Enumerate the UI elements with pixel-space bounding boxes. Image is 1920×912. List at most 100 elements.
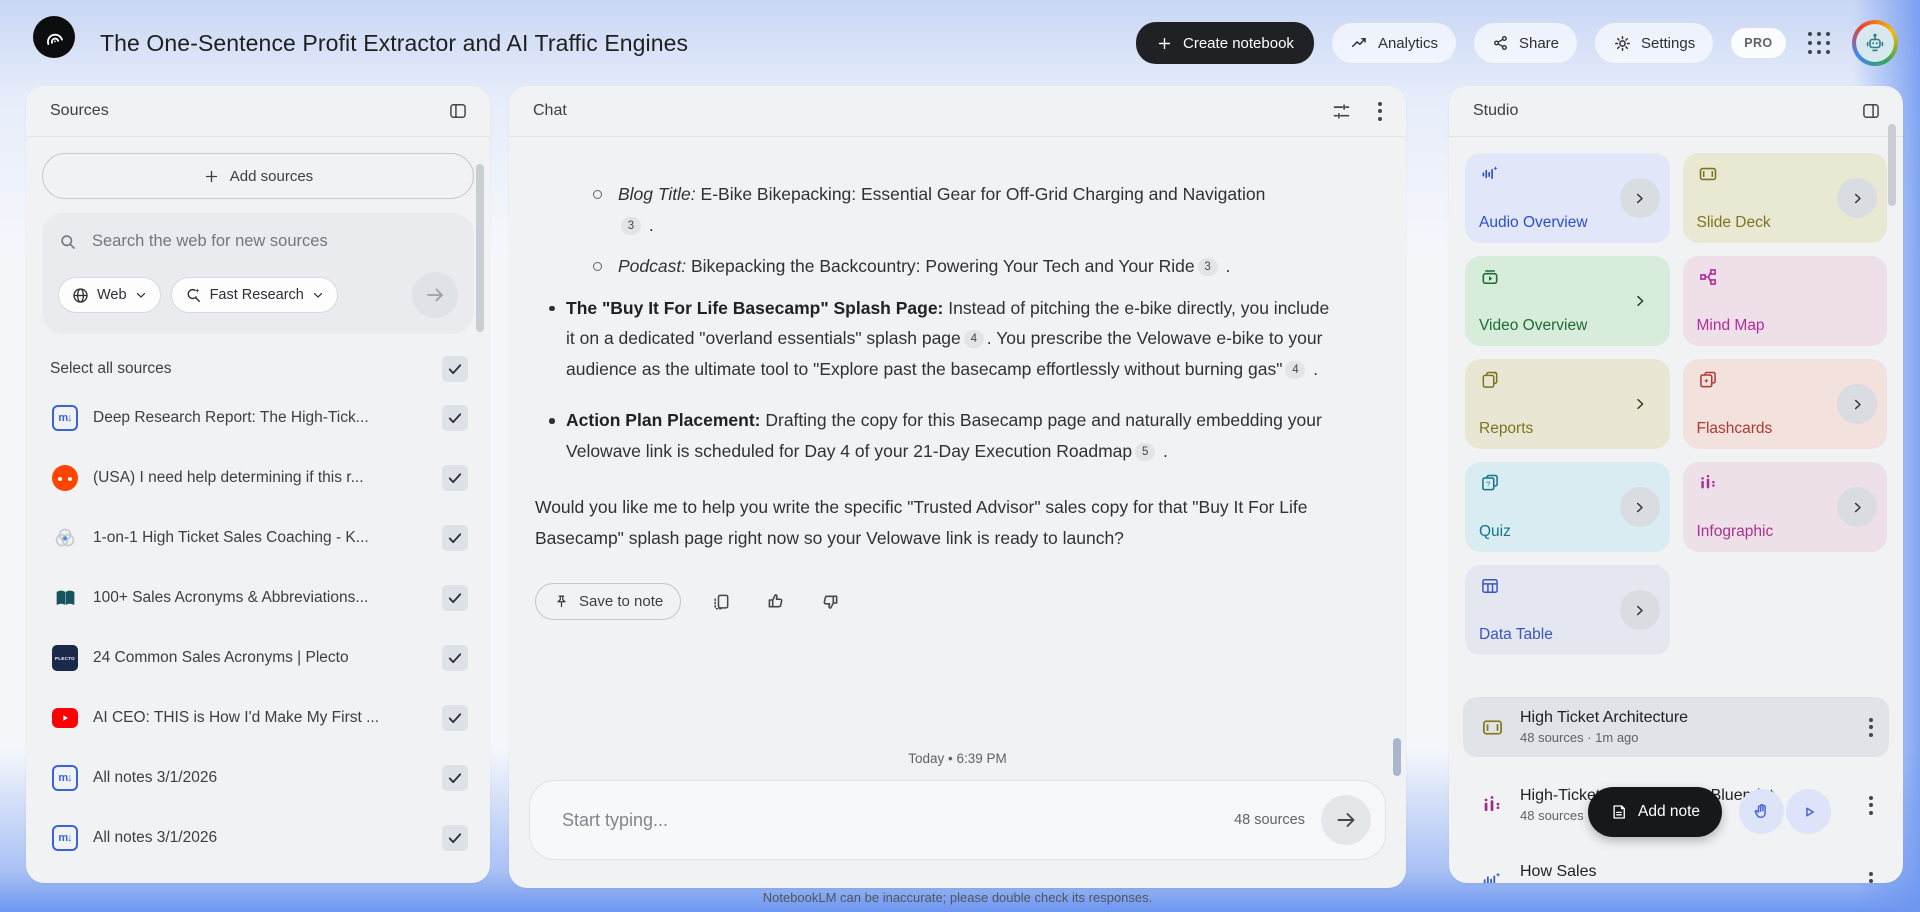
source-row[interactable]: (USA) I need help determining if this r.… bbox=[26, 448, 490, 508]
reports-icon bbox=[1482, 371, 1498, 388]
save-to-note-button[interactable]: Save to note bbox=[535, 583, 682, 620]
chat-scrollbar[interactable] bbox=[1393, 738, 1401, 776]
note-row[interactable]: High Ticket Architecture 48 sources · 1m… bbox=[1463, 697, 1889, 757]
notebooklm-note-icon: m↓ bbox=[52, 825, 78, 851]
note-row[interactable]: How Sales 48 sources bbox=[1463, 851, 1889, 883]
citation-chip[interactable]: 5 bbox=[1135, 442, 1156, 461]
top-bar: The One-Sentence Profit Extractor and AI… bbox=[0, 0, 1920, 86]
tile-infographic[interactable]: Infographic bbox=[1682, 462, 1887, 552]
source-checkbox[interactable] bbox=[442, 405, 468, 431]
web-filter-dropdown[interactable]: Web bbox=[58, 277, 161, 313]
select-all-checkbox[interactable] bbox=[442, 356, 468, 382]
citation-chip[interactable]: 3 bbox=[1197, 258, 1218, 277]
tile-reports[interactable]: Reports bbox=[1465, 359, 1670, 449]
chat-message-area: Blog Title: E-Bike Bikepacking: Essentia… bbox=[509, 137, 1406, 888]
chevron-right-icon[interactable] bbox=[1837, 487, 1877, 527]
chevron-right-icon[interactable] bbox=[1837, 178, 1877, 218]
infographic-icon bbox=[1700, 474, 1715, 489]
tile-flashcards[interactable]: Flashcards bbox=[1682, 359, 1887, 449]
source-row[interactable]: 1-on-1 High Ticket Sales Coaching - K... bbox=[26, 508, 490, 568]
add-note-button[interactable]: Add note bbox=[1588, 787, 1723, 837]
chat-timestamp: Today • 6:39 PM bbox=[908, 751, 1007, 766]
gear-icon bbox=[1615, 35, 1630, 51]
chevron-right-icon[interactable] bbox=[1837, 384, 1877, 424]
chevron-right-icon[interactable] bbox=[1619, 487, 1660, 527]
slide-deck-icon bbox=[1479, 716, 1505, 739]
submit-search-button[interactable] bbox=[412, 272, 458, 318]
apps-grid-icon[interactable] bbox=[1804, 28, 1835, 59]
venn-diagram-icon bbox=[52, 525, 78, 551]
assistant-message: Blog Title: E-Bike Bikepacking: Essentia… bbox=[535, 179, 1335, 620]
settings-button[interactable]: Settings bbox=[1595, 23, 1714, 63]
source-row[interactable]: PLECTO 24 Common Sales Acronyms | Plecto bbox=[26, 628, 490, 688]
pro-badge: PRO bbox=[1731, 28, 1786, 58]
note-menu-icon[interactable] bbox=[1863, 712, 1879, 743]
thumbs-down-icon[interactable] bbox=[816, 587, 845, 616]
search-input[interactable] bbox=[90, 231, 458, 252]
source-checkbox[interactable] bbox=[442, 825, 468, 851]
collapse-panel-icon[interactable] bbox=[1857, 97, 1885, 125]
source-checkbox[interactable] bbox=[442, 705, 468, 731]
sources-panel: Sources Add sources Web Fast Research bbox=[26, 86, 490, 883]
chevron-right-icon[interactable] bbox=[1619, 590, 1660, 630]
note-menu-icon[interactable] bbox=[1863, 790, 1879, 821]
source-row[interactable]: AI CEO: THIS is How I'd Make My First ..… bbox=[26, 688, 490, 748]
send-button[interactable] bbox=[1321, 795, 1371, 845]
source-checkbox[interactable] bbox=[442, 585, 468, 611]
share-button[interactable]: Share bbox=[1473, 23, 1577, 63]
tile-video-overview[interactable]: Video Overview bbox=[1465, 256, 1670, 346]
source-checkbox[interactable] bbox=[442, 645, 468, 671]
plecto-icon: PLECTO bbox=[52, 645, 78, 671]
chevron-down-icon bbox=[136, 292, 145, 298]
chevron-down-icon bbox=[313, 292, 322, 298]
tile-audio-overview[interactable]: Audio Overview bbox=[1465, 153, 1670, 243]
studio-scrollbar[interactable] bbox=[1888, 124, 1896, 206]
analytics-button[interactable]: Analytics bbox=[1331, 23, 1456, 63]
source-count: 48 sources bbox=[1234, 812, 1305, 828]
search-icon bbox=[61, 234, 75, 249]
source-row[interactable]: m↓ All notes 3/1/2026 bbox=[26, 748, 490, 808]
trending-up-icon bbox=[1351, 37, 1366, 47]
tile-mind-map[interactable]: Mind Map bbox=[1682, 256, 1887, 346]
create-notebook-button[interactable]: Create notebook bbox=[1136, 22, 1314, 64]
studio-panel-title: Studio bbox=[1473, 102, 1519, 119]
chevron-right-icon[interactable] bbox=[1620, 281, 1660, 321]
arrow-right-icon bbox=[427, 288, 443, 302]
citation-chip[interactable]: 3 bbox=[621, 216, 641, 235]
chat-input-box[interactable]: 48 sources bbox=[529, 780, 1386, 860]
tile-quiz[interactable]: ? Quiz bbox=[1465, 462, 1670, 552]
copy-icon[interactable] bbox=[707, 588, 735, 616]
research-mode-dropdown[interactable]: Fast Research bbox=[170, 277, 338, 313]
source-row[interactable]: m↓ All notes 3/1/2026 bbox=[26, 808, 490, 868]
source-checkbox[interactable] bbox=[442, 525, 468, 551]
play-button[interactable] bbox=[1786, 789, 1831, 834]
thumbs-up-icon[interactable] bbox=[761, 587, 790, 616]
source-checkbox[interactable] bbox=[442, 765, 468, 791]
source-row[interactable]: 100+ Sales Acronyms & Abbreviations... bbox=[26, 568, 490, 628]
avatar[interactable] bbox=[1852, 20, 1898, 66]
citation-chip[interactable]: 4 bbox=[1285, 360, 1306, 379]
chat-sub-bullet: Blog Title: E-Bike Bikepacking: Essentia… bbox=[593, 179, 1266, 240]
add-sources-button[interactable]: Add sources bbox=[42, 153, 474, 199]
chat-settings-icon[interactable] bbox=[1327, 97, 1356, 126]
source-row[interactable]: m↓ Deep Research Report: The High-Tick..… bbox=[26, 388, 490, 448]
sources-panel-title: Sources bbox=[50, 102, 109, 119]
chat-input[interactable] bbox=[560, 808, 1235, 832]
sources-scrollbar[interactable] bbox=[476, 164, 484, 332]
citation-chip[interactable]: 4 bbox=[963, 330, 984, 349]
audio-overview-icon bbox=[1479, 870, 1505, 883]
web-search-card: Web Fast Research bbox=[42, 213, 474, 334]
collapse-panel-icon[interactable] bbox=[444, 97, 472, 125]
slide-deck-icon bbox=[1699, 167, 1716, 181]
tile-slide-deck[interactable]: Slide Deck bbox=[1682, 153, 1887, 243]
fast-research-icon bbox=[187, 288, 200, 302]
chevron-right-icon[interactable] bbox=[1620, 384, 1660, 424]
notebooklm-logo-icon[interactable] bbox=[33, 16, 75, 58]
source-checkbox[interactable] bbox=[442, 465, 468, 491]
interactive-mode-button[interactable] bbox=[1739, 789, 1784, 834]
chat-menu-icon[interactable] bbox=[1372, 96, 1388, 127]
check-icon bbox=[448, 364, 462, 375]
tile-data-table[interactable]: Data Table bbox=[1465, 565, 1670, 655]
chevron-right-icon[interactable] bbox=[1619, 178, 1660, 218]
note-menu-icon[interactable] bbox=[1863, 866, 1879, 883]
